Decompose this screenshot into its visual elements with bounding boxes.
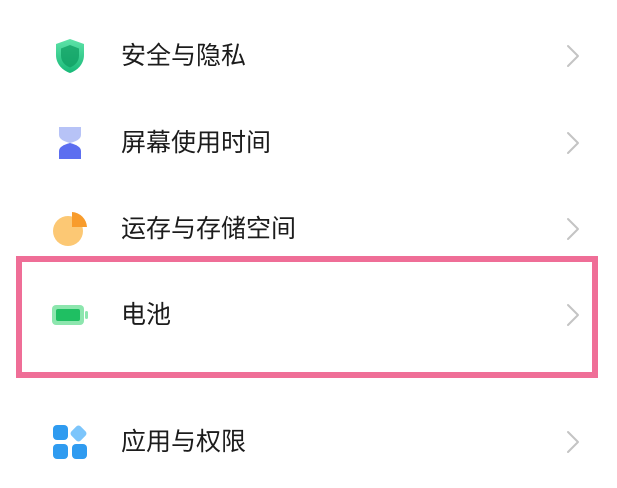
- hourglass-icon: [50, 123, 90, 163]
- settings-item-battery[interactable]: 电池: [0, 272, 617, 358]
- chevron-right-icon: [566, 131, 580, 155]
- chevron-right-icon: [566, 44, 580, 68]
- settings-list: 安全与隐私 屏幕使用时间 运存与存储空间 电池 应用与权限: [0, 0, 617, 488]
- settings-item-screen-time[interactable]: 屏幕使用时间: [0, 100, 617, 186]
- settings-item-label: 电池: [121, 300, 172, 329]
- settings-item-label: 运存与存储空间: [121, 214, 297, 243]
- chevron-right-icon: [566, 303, 580, 327]
- settings-item-label: 安全与隐私: [121, 41, 247, 70]
- chevron-right-icon: [566, 217, 580, 241]
- settings-item-security-privacy[interactable]: 安全与隐私: [0, 13, 617, 99]
- settings-item-apps-permissions[interactable]: 应用与权限: [0, 399, 617, 485]
- battery-icon: [50, 295, 90, 335]
- shield-icon: [50, 36, 90, 76]
- settings-item-label: 屏幕使用时间: [121, 128, 272, 157]
- settings-item-storage[interactable]: 运存与存储空间: [0, 186, 617, 272]
- chevron-right-icon: [566, 430, 580, 454]
- pie-chart-icon: [50, 209, 90, 249]
- apps-grid-icon: [50, 422, 90, 462]
- settings-item-label: 应用与权限: [121, 427, 247, 456]
